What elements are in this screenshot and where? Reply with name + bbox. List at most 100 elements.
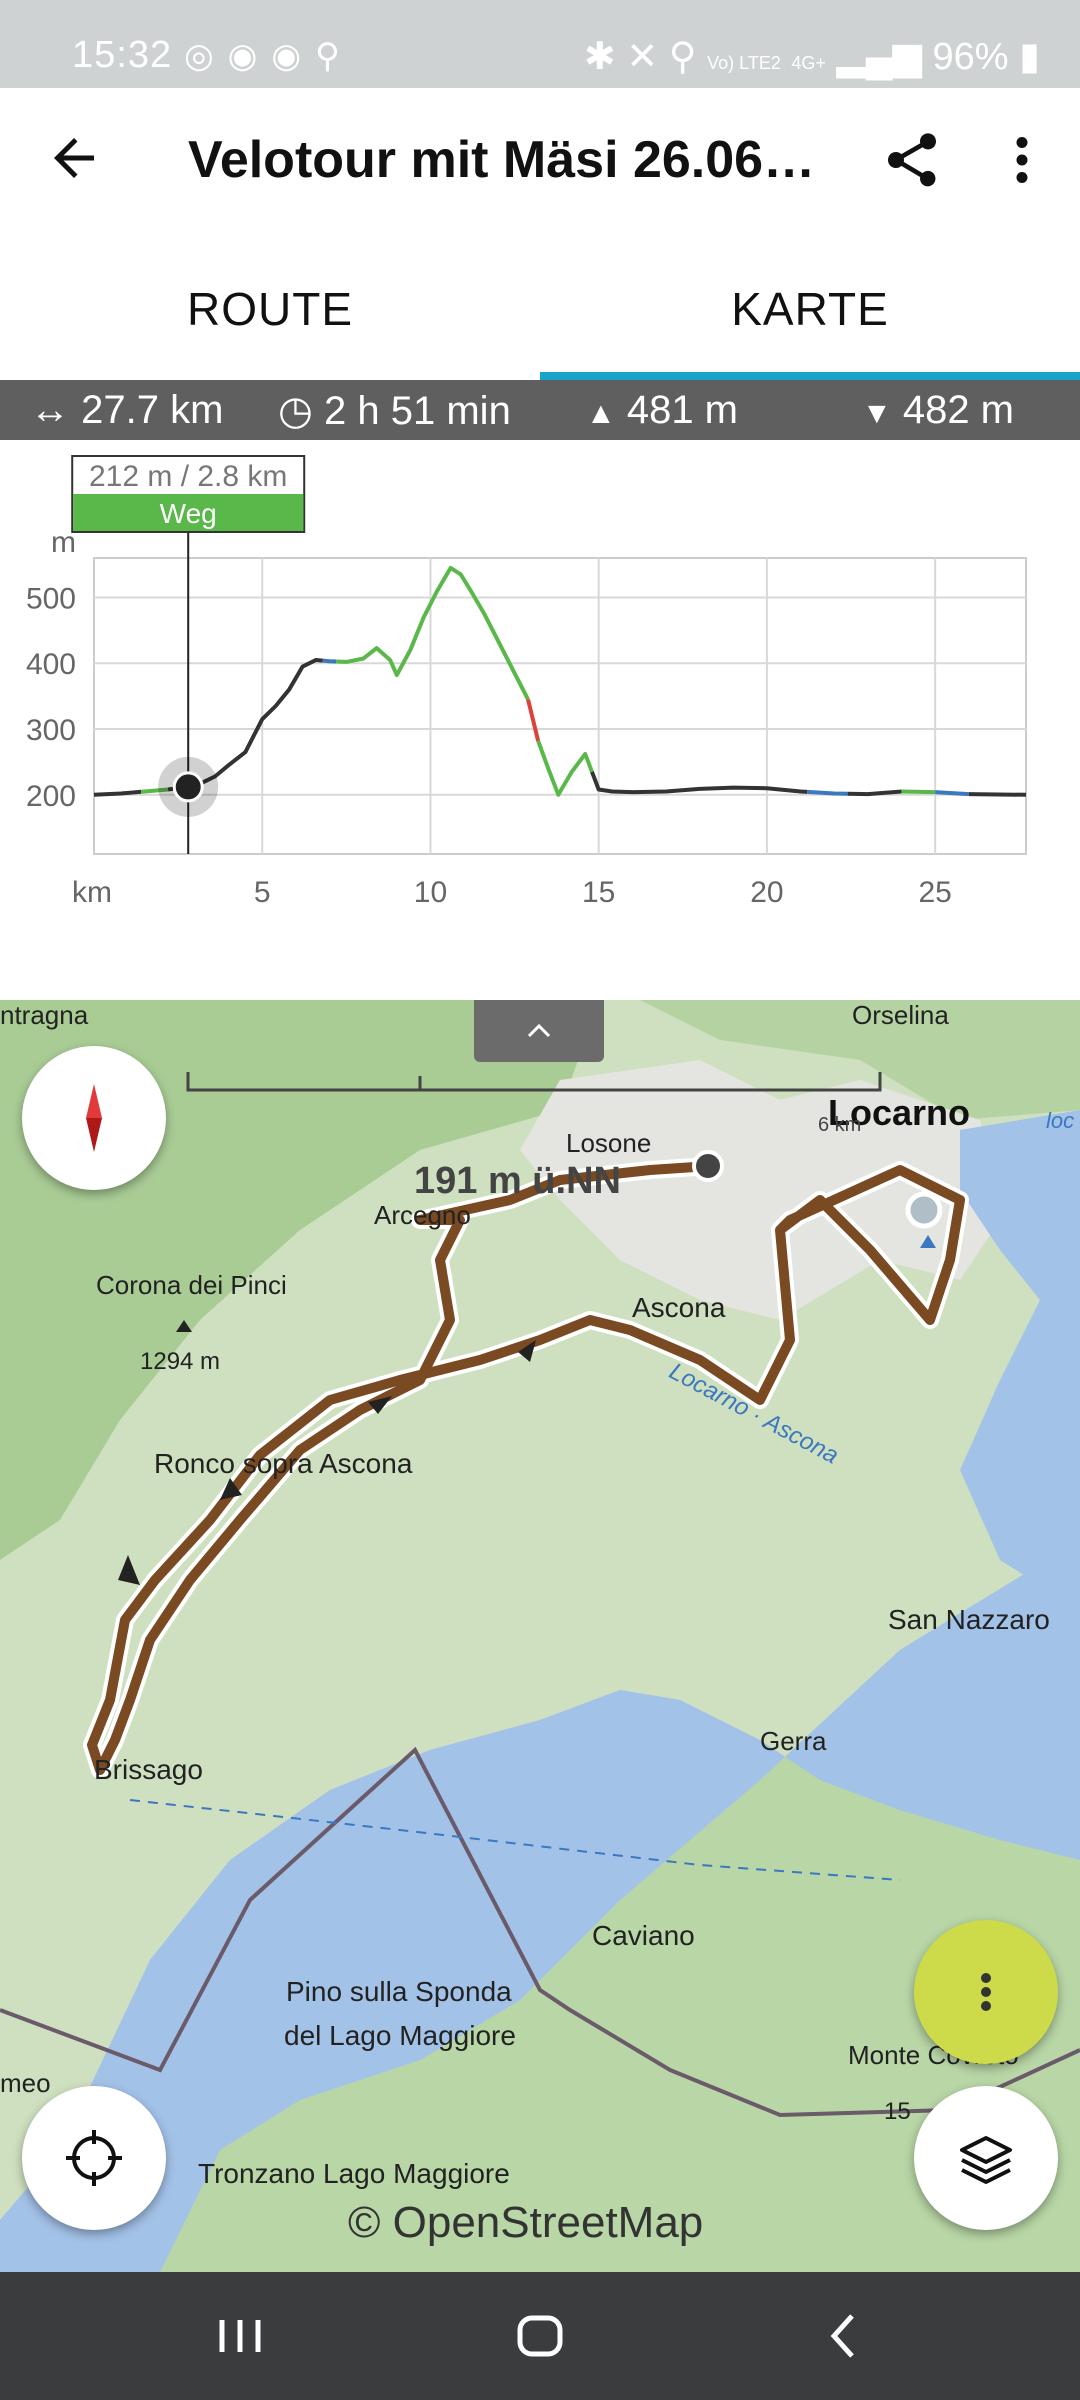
map-label: Caviano xyxy=(592,1920,695,1951)
map-label: Ascona xyxy=(632,1292,726,1323)
descent-value: 482 m xyxy=(902,388,1014,432)
map-label: Orselina xyxy=(852,1000,949,1030)
y-tick-label: 400 xyxy=(26,648,76,681)
tab-indicator xyxy=(540,372,1080,380)
map-label-water: loc xyxy=(1046,1108,1075,1133)
map-label: 15 xyxy=(884,2098,911,2125)
mute-icon: ✕ xyxy=(626,36,659,78)
elevation-line-segment xyxy=(901,789,936,795)
expand-profile-button[interactable] xyxy=(474,1000,604,1062)
ascent-icon: ▲ xyxy=(586,397,616,430)
elevation-line-segment xyxy=(590,771,808,795)
location-icon: ⚲ xyxy=(315,37,354,75)
arrow-back-icon[interactable] xyxy=(44,128,104,188)
y-tick-label: 500 xyxy=(26,582,76,615)
bluetooth-icon: ✱ xyxy=(583,36,616,78)
map-scale-elevation: 191 m ü.NN xyxy=(414,1160,621,1202)
home-icon[interactable] xyxy=(500,2296,580,2376)
more-vert-icon xyxy=(981,1973,991,2011)
elevation-line-segment xyxy=(526,698,541,742)
y-tick-label: 300 xyxy=(26,714,76,747)
elevation-line-segment xyxy=(807,789,848,796)
share-icon[interactable] xyxy=(880,128,944,192)
distance-value: 27.7 km xyxy=(81,388,224,432)
status-bar: 15:32 ◎◉◉⚲ ✱ ✕ ⚲ Vo) LTE2 4G+ ▂▄▆ 96% ▮ xyxy=(0,0,1080,88)
elevation-line-segment xyxy=(536,740,594,797)
chart-tooltip-surface: Weg xyxy=(160,498,217,529)
tab-karte[interactable]: KARTE xyxy=(540,238,1080,380)
elevation-line-segment xyxy=(968,792,1027,797)
app-bar: Velotour mit Mäsi 26.06.2022 xyxy=(0,88,1080,238)
tab-route[interactable]: ROUTE xyxy=(0,238,540,380)
volte-label: Vo) LTE2 xyxy=(707,53,781,73)
x-axis-label: km xyxy=(72,876,112,909)
battery-icon: ▮ xyxy=(1019,36,1040,78)
x-tick-label: 15 xyxy=(582,876,615,909)
elevation-line-segment xyxy=(336,565,530,701)
tab-bar: ROUTE KARTE xyxy=(0,238,1080,380)
map-label: ntragna xyxy=(0,1000,89,1030)
system-nav-bar xyxy=(0,2272,1080,2400)
chart-cursor-point xyxy=(172,771,204,803)
x-tick-label: 10 xyxy=(414,876,447,909)
route-stats-bar: ↔ 27.7 km ◷ 2 h 51 min ▲ 481 m ▼ 482 m xyxy=(0,380,1080,440)
map-menu-button[interactable] xyxy=(914,1920,1058,2064)
ascent-value: 481 m xyxy=(626,388,738,432)
descent-icon: ▼ xyxy=(862,397,892,430)
elevation-line-segment xyxy=(93,789,142,797)
elevation-chart[interactable]: 5 10 15 20 25200300400500mkm212 m / 2.8 kmWe… xyxy=(0,440,1080,1000)
status-right: ✱ ✕ ⚲ Vo) LTE2 4G+ ▂▄▆ 96% ▮ xyxy=(584,34,1040,79)
chart-tooltip-value: 212 m / 2.8 km xyxy=(89,460,287,493)
page-title: Velotour mit Mäsi 26.06.2022 xyxy=(188,131,828,189)
y-tick-label: 200 xyxy=(26,780,76,813)
map-view[interactable]: ntragna Orselina Locarno loc Losone 6 km… xyxy=(0,1000,1080,2272)
instagram-icon: ◎ xyxy=(184,37,228,75)
map-label: Losone xyxy=(566,1128,652,1158)
map-label: Brissago xyxy=(94,1754,203,1785)
layers-button[interactable] xyxy=(914,2086,1058,2230)
map-label: Tronzano Lago Maggiore xyxy=(198,2158,510,2189)
ascent-stat: ▲ 481 m xyxy=(586,388,738,433)
network-type: 4G+ xyxy=(791,53,826,73)
map-label: Gerra xyxy=(760,1726,827,1756)
chart-frame xyxy=(93,557,1027,855)
duration-stat: ◷ 2 h 51 min xyxy=(278,388,511,434)
distance-stat: ↔ 27.7 km xyxy=(30,388,223,433)
chrome-icon: ◉ xyxy=(271,37,316,75)
map-label: del Lago Maggiore xyxy=(284,2020,516,2051)
map-attribution[interactable]: © OpenStreetMap xyxy=(348,2198,703,2248)
status-time: 15:32 xyxy=(72,34,173,76)
recents-icon[interactable] xyxy=(200,2296,280,2376)
chevron-up-icon xyxy=(527,1023,551,1038)
map-scale-label: 6 km xyxy=(818,1114,862,1136)
location-icon: ⚲ xyxy=(668,36,697,78)
crosshair-icon xyxy=(66,2130,122,2186)
layers-icon xyxy=(960,2136,1012,2184)
elevation-line-segment xyxy=(322,658,337,664)
duration-value: 2 h 51 min xyxy=(324,389,511,433)
map-label: Pino sulla Sponda xyxy=(286,1976,512,2007)
map-label: Corona dei Pinci xyxy=(96,1270,287,1300)
status-app-icons: ◎◉◉⚲ xyxy=(184,36,354,76)
x-tick-label: 20 xyxy=(750,876,783,909)
descent-stat: ▼ 482 m xyxy=(862,388,1014,433)
back-icon[interactable] xyxy=(804,2296,884,2376)
map-label: Ronco sopra Ascona xyxy=(154,1448,413,1479)
map-label: 1294 m xyxy=(140,1348,221,1375)
map-label: Arcegno xyxy=(374,1200,471,1230)
elevation-line-segment xyxy=(847,789,902,797)
map-label: San Nazzaro xyxy=(888,1604,1050,1635)
elevation-profile[interactable]: 5 10 15 20 25 200 300 400 500 m km 212 m / 2.8 km We… xyxy=(0,440,1080,1000)
distance-icon: ↔ xyxy=(30,388,70,432)
battery-percent: 96% xyxy=(932,36,1009,78)
chrome-icon: ◉ xyxy=(227,37,272,75)
clock-icon: ◷ xyxy=(278,389,313,433)
compass-button[interactable] xyxy=(22,1046,166,1190)
route-cursor-marker xyxy=(692,1150,724,1182)
elevation-line-segment xyxy=(935,790,969,797)
locate-button[interactable] xyxy=(22,2086,166,2230)
signal-icon: ▂▄▆ xyxy=(836,36,922,78)
current-location-marker xyxy=(905,1191,943,1229)
x-tick-label: 5 xyxy=(254,876,271,909)
more-vert-icon[interactable] xyxy=(992,128,1052,192)
